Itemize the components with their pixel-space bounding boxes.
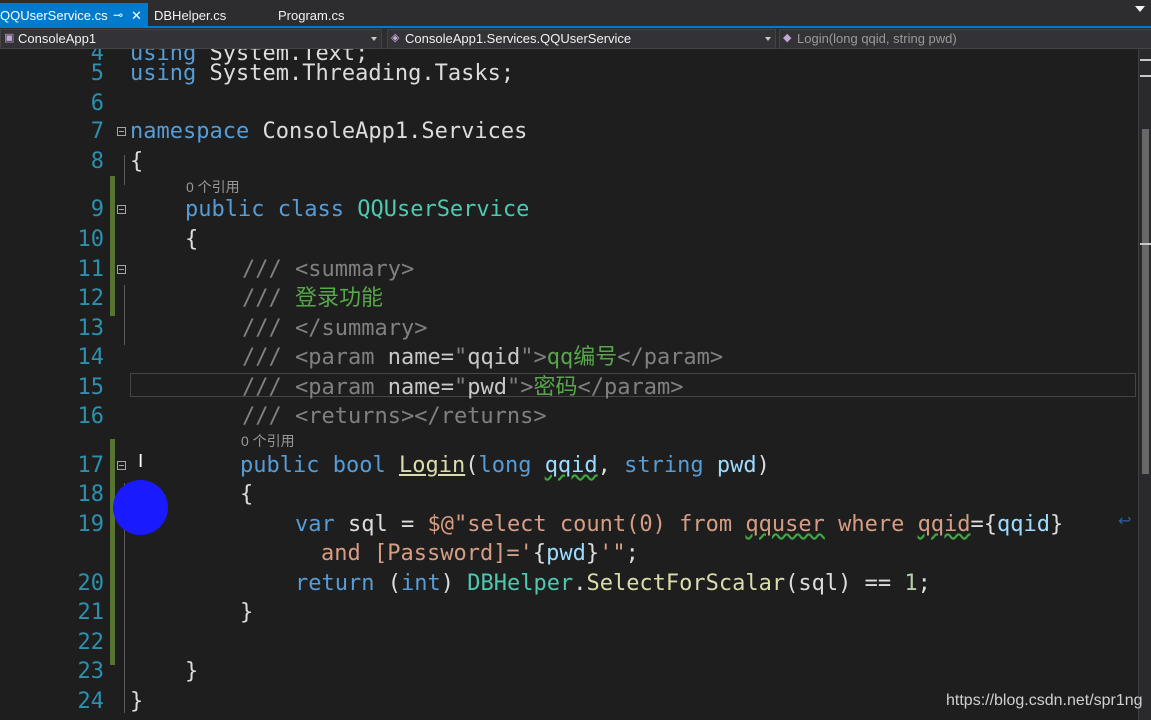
project-dropdown[interactable]: ▣ ConsoleApp1 <box>0 29 382 49</box>
code-line: /// <param name="qqid">qq编号</param> <box>242 345 724 370</box>
scrollbar-marker <box>1140 75 1151 77</box>
line-number: 17 <box>77 453 105 478</box>
code-line-wrapped: and [Password]='{pwd}'"; <box>321 541 639 566</box>
code-line: var sql = $@"select count(0) from qquser… <box>295 512 1064 537</box>
class-dropdown-label: ConsoleApp1.Services.QQUserService <box>405 31 632 46</box>
scrollbar-thumb[interactable] <box>1142 129 1149 474</box>
line-number: 14 <box>77 345 105 370</box>
code-line: { <box>240 482 254 507</box>
tab-program[interactable]: Program.cs <box>278 3 344 28</box>
scrollbar-marker <box>1140 59 1151 61</box>
code-line: public bool Login(long qqid, string pwd) <box>240 453 770 478</box>
collapse-toggle[interactable] <box>117 127 126 136</box>
code-line: /// <param name="pwd">密码</param> <box>242 375 684 400</box>
line-number: 6 <box>90 91 104 116</box>
change-indicator-bar <box>110 439 115 665</box>
code-line: /// <summary> <box>242 257 415 282</box>
code-line: using System.Threading.Tasks; <box>130 61 515 86</box>
method-icon: ◆ <box>783 32 792 44</box>
line-number: 9 <box>90 197 104 222</box>
tab-overflow-dropdown-icon[interactable] <box>1135 6 1145 12</box>
line-number: 13 <box>77 316 105 341</box>
navigation-bar: ▣ ConsoleApp1 ◈ ConsoleApp1.Services.QQU… <box>0 28 1151 49</box>
line-number: 23 <box>77 659 105 684</box>
collapse-toggle[interactable] <box>117 205 126 214</box>
scrollbar-marker <box>1140 243 1151 245</box>
line-number: 5 <box>90 61 104 86</box>
code-line: } <box>240 600 254 625</box>
code-line: namespace ConsoleApp1.Services <box>130 119 528 144</box>
code-line: /// </summary> <box>242 316 428 341</box>
line-number: 18 <box>77 482 105 507</box>
document-tab-strip: QQUserService.cs ⊸ ✕ DBHelper.cs Program… <box>0 0 1151 28</box>
tab-qquserservice[interactable]: QQUserService.cs ⊸ ✕ <box>0 3 148 28</box>
member-dropdown-label: Login(long qqid, string pwd) <box>797 31 957 46</box>
line-number: 16 <box>77 404 105 429</box>
member-dropdown[interactable]: ◆ Login(long qqid, string pwd) <box>779 29 1151 49</box>
line-number: 19 <box>77 512 105 537</box>
chevron-down-icon <box>371 37 377 41</box>
collapse-toggle[interactable] <box>117 461 126 470</box>
line-number: 7 <box>90 119 104 144</box>
class-dropdown[interactable]: ◈ ConsoleApp1.Services.QQUserService <box>387 29 776 49</box>
code-line: /// 登录功能 <box>242 286 383 311</box>
word-wrap-icon: ↩ <box>1118 511 1132 530</box>
collapse-toggle[interactable] <box>117 265 126 274</box>
code-line: { <box>185 227 199 252</box>
line-number: 22 <box>77 630 105 655</box>
line-number: 12 <box>77 286 105 311</box>
line-number: 8 <box>90 149 104 174</box>
codelens-references[interactable]: 0 个引用 <box>241 431 295 451</box>
line-number: 21 <box>77 600 105 625</box>
pin-icon[interactable]: ⊸ <box>113 3 123 28</box>
line-number: 20 <box>77 571 105 596</box>
project-icon: ▣ <box>4 32 15 44</box>
change-indicator-bar <box>110 176 115 316</box>
close-icon[interactable]: ✕ <box>131 3 142 28</box>
chevron-down-icon <box>765 37 771 41</box>
code-editor[interactable]: 4 5 6 7 8 9 10 11 12 13 14 15 16 17 18 1… <box>0 49 1151 720</box>
line-number: 24 <box>77 689 105 714</box>
code-line: /// <returns></returns> <box>242 404 547 429</box>
code-line: { <box>130 149 144 174</box>
line-number: 10 <box>77 227 105 252</box>
class-icon: ◈ <box>391 32 400 44</box>
tab-label: DBHelper.cs <box>154 8 227 23</box>
code-line: return (int) DBHelper.SelectForScalar(sq… <box>295 571 931 596</box>
tab-dbhelper[interactable]: DBHelper.cs <box>154 3 226 28</box>
line-number: 15 <box>77 375 105 400</box>
tab-label: QQUserService.cs <box>0 8 108 23</box>
watermark: https://blog.csdn.net/spr1ng <box>946 692 1143 709</box>
mouse-cursor-highlight <box>113 480 168 535</box>
code-line: } <box>185 659 199 684</box>
line-number: 11 <box>77 257 105 282</box>
text-cursor-icon: I <box>138 451 144 472</box>
code-line: } <box>130 689 144 714</box>
code-line: public class QQUserService <box>185 197 530 222</box>
tab-label: Program.cs <box>278 8 345 23</box>
outline-guide <box>124 285 125 345</box>
outline-guide <box>124 155 125 185</box>
project-dropdown-label: ConsoleApp1 <box>18 31 97 46</box>
codelens-references[interactable]: 0 个引用 <box>186 177 240 197</box>
